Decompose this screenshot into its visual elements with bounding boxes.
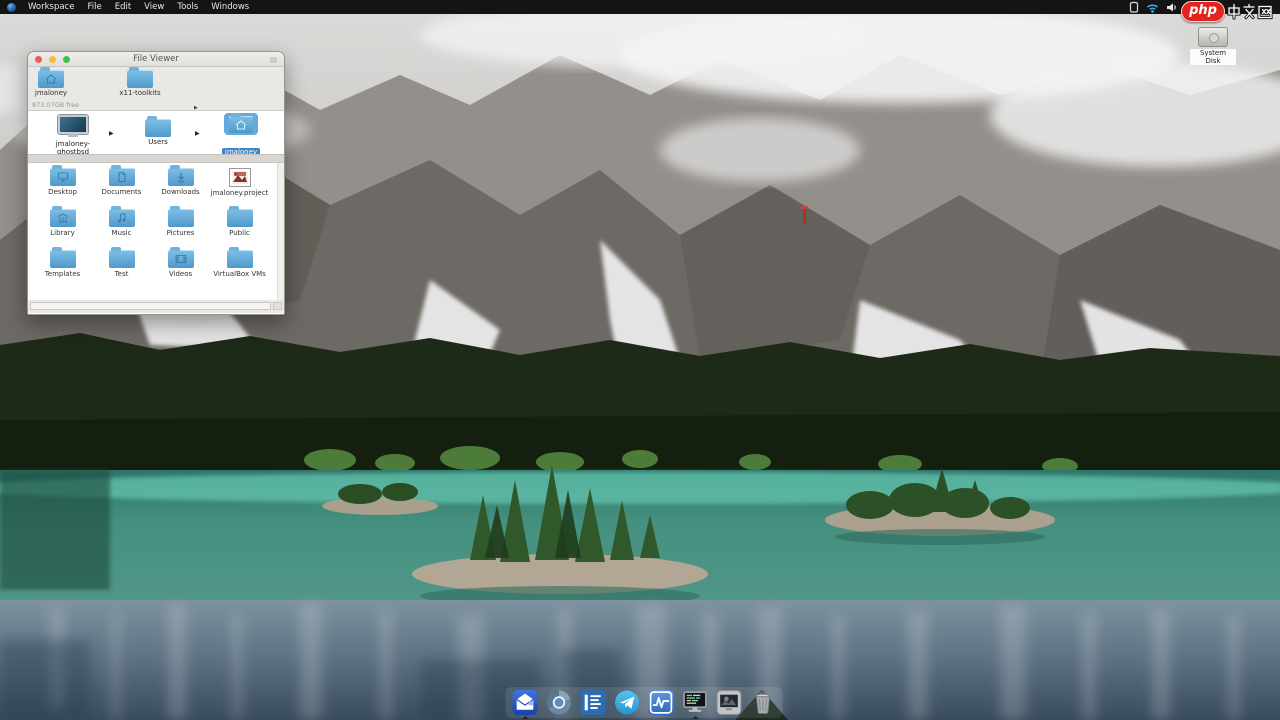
desktop-icon-label: System Disk [1190,49,1236,65]
file-label: Test [92,270,151,278]
folder-icon [50,250,76,268]
home-folder-icon [229,116,253,133]
php-logo: php [1181,1,1225,22]
dock-browser-icon[interactable] [546,689,573,716]
menu-edit[interactable]: Edit [115,0,131,14]
file-label: Templates [33,270,92,278]
file-label: Documents [92,188,151,196]
home-folder-icon [38,70,64,88]
menu-view[interactable]: View [144,0,164,14]
dock-terminal-icon[interactable] [682,689,709,716]
dock-mail-icon[interactable] [512,689,539,716]
file-item-templates[interactable]: Templates [33,250,92,291]
file-item-desktop[interactable]: Desktop [33,168,92,209]
file-item-test[interactable]: Test [92,250,151,291]
path-separator-icon: ▶ [109,130,114,137]
path-item-jmaloney-selected[interactable]: jmaloney [215,113,267,158]
shelf-item-label: jmaloney [28,89,74,97]
shelf-item-x11-toolkits[interactable]: x11-toolkits [108,70,172,97]
php-watermark: php [1181,0,1279,23]
file-item-pictures[interactable]: Pictures [151,209,210,250]
downloads-folder-icon [168,168,194,186]
shelf-item-label: x11-toolkits [108,89,172,97]
path-scrollbar[interactable] [28,154,284,163]
folder-icon [145,119,171,137]
watermark-text [1227,3,1279,20]
folder-icon [109,250,135,268]
zoom-button[interactable] [63,56,70,63]
dock [506,687,783,718]
file-label: jmaloney.project [210,189,269,197]
project-file-icon [229,168,251,187]
file-label: Desktop [33,188,92,196]
file-item-music[interactable]: Music [92,209,151,250]
computer-icon [58,115,88,139]
wifi-icon[interactable] [1146,2,1159,13]
dock-trash-icon[interactable] [750,689,777,716]
hard-disk-icon [1198,27,1228,47]
dock-text-editor-icon[interactable] [580,689,607,716]
desktop-icon-system-disk[interactable]: System Disk [1190,27,1236,67]
battery-icon[interactable] [1129,1,1139,13]
folder-icon [127,70,153,88]
file-item-library[interactable]: Library [33,209,92,250]
menu-workspace[interactable]: Workspace [28,0,74,14]
menu-tools[interactable]: Tools [177,0,198,14]
path-item-label: Users [130,138,186,146]
file-item-downloads[interactable]: Downloads [151,168,210,209]
path-item-users[interactable]: Users [130,115,186,146]
file-item-public[interactable]: Public [210,209,269,250]
path-item-computer[interactable]: jmaloney-ghostbsd [41,115,105,156]
file-label: Music [92,229,151,237]
path-separator-icon: ▶ [195,130,200,137]
file-item-videos[interactable]: Videos [151,250,210,291]
menu-file[interactable]: File [87,0,101,14]
workspace-logo-icon[interactable] [7,3,16,12]
desktop-folder-icon [50,168,76,186]
file-viewer-window[interactable]: File Viewer jmaloney x11-toolkits 873.07… [27,51,285,315]
volume-icon[interactable] [1166,2,1178,13]
file-label: VirtualBox VMs [210,270,269,278]
resize-grip[interactable] [273,302,282,310]
dock-activity-monitor-icon[interactable] [648,689,675,716]
file-item-jmaloney-project[interactable]: jmaloney.project [210,168,269,209]
folder-icon [227,209,253,227]
file-label: Library [33,229,92,237]
menu-bar: Workspace File Edit View Tools Windows 1… [0,0,1280,14]
minimize-button[interactable] [49,56,56,63]
folder-icon [227,250,253,268]
miniaturize-icon[interactable] [270,57,277,63]
vertical-scrollbar[interactable] [277,163,284,300]
library-folder-icon [50,209,76,227]
file-item-documents[interactable]: Documents [92,168,151,209]
horizontal-scrollbar[interactable] [28,300,284,313]
menu-windows[interactable]: Windows [211,0,249,14]
file-item-virtualbox-vms[interactable]: VirtualBox VMs [210,250,269,291]
path-bar: jmaloney-ghostbsd ▶ Users ▶ jmaloney [28,112,284,154]
file-label: Videos [151,270,210,278]
free-space-label: 873.07GB free [32,101,79,109]
shelf-resize-handle[interactable]: ▶ [194,105,198,111]
music-folder-icon [109,209,135,227]
dock-screen-capture-icon[interactable] [716,689,743,716]
window-titlebar[interactable]: File Viewer [28,52,284,67]
shelf: jmaloney x11-toolkits 873.07GB free ▶ [28,67,284,111]
file-label: Downloads [151,188,210,196]
file-list-area[interactable]: Desktop Documents Downloads [28,163,284,300]
documents-folder-icon [109,168,135,186]
shelf-item-jmaloney[interactable]: jmaloney [28,70,74,97]
file-label: Pictures [151,229,210,237]
videos-folder-icon [168,250,194,268]
file-label: Public [210,229,269,237]
dock-telegram-icon[interactable] [614,689,641,716]
folder-icon [168,209,194,227]
close-button[interactable] [35,56,42,63]
